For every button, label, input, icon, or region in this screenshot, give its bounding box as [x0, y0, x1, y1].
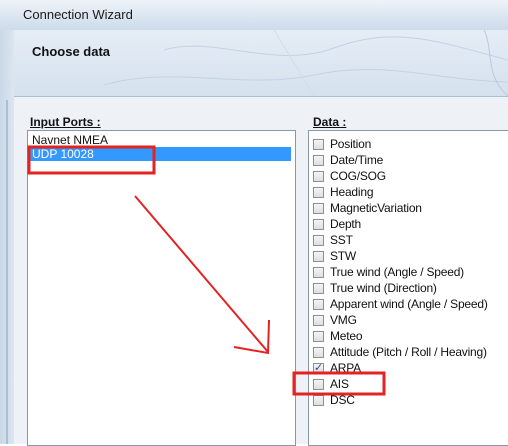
checkbox[interactable] [313, 218, 324, 230]
data-item-dsc[interactable]: DSC [313, 392, 355, 408]
frame-divider [6, 100, 8, 444]
port-item-udp-10028[interactable]: UDP 10028 [30, 147, 291, 161]
checkbox[interactable] [313, 266, 324, 278]
input-ports-label: Input Ports : [30, 115, 101, 129]
data-item-date-time[interactable]: Date/Time [313, 152, 383, 168]
checkbox[interactable] [313, 346, 324, 358]
wizard-header: Choose data [14, 30, 508, 97]
data-item-depth[interactable]: Depth [313, 216, 361, 232]
page-title: Choose data [32, 44, 111, 59]
checkbox[interactable] [313, 314, 324, 326]
data-item-apparent-wind[interactable]: Apparent wind (Angle / Speed) [313, 296, 488, 312]
data-label: Data : [313, 115, 347, 129]
checkbox[interactable] [313, 138, 324, 150]
wizard-content: Input Ports : Navnet NMEA UDP 10028 Data… [14, 97, 508, 446]
checkbox[interactable] [313, 330, 324, 342]
data-item-true-wind-direction[interactable]: True wind (Direction) [313, 280, 437, 296]
data-item-magnetic-variation[interactable]: MagneticVariation [313, 200, 422, 216]
data-item-sst[interactable]: SST [313, 232, 353, 248]
data-item-cog-sog[interactable]: COG/SOG [313, 168, 386, 184]
data-item-meteo[interactable]: Meteo [313, 328, 363, 344]
checkbox[interactable] [313, 154, 324, 166]
data-item-arpa[interactable]: ARPA [313, 360, 361, 376]
checkbox[interactable] [313, 378, 324, 390]
checkbox[interactable] [313, 250, 324, 262]
data-list[interactable]: Position Date/Time COG/SOG Heading Magne… [308, 130, 508, 446]
input-ports-list[interactable]: Navnet NMEA UDP 10028 [27, 130, 296, 446]
data-item-ais[interactable]: AIS [313, 376, 349, 392]
data-item-heading[interactable]: Heading [313, 184, 374, 200]
checkbox[interactable] [313, 234, 324, 246]
data-item-attitude[interactable]: Attitude (Pitch / Roll / Heaving) [313, 344, 487, 360]
checkbox[interactable] [313, 170, 324, 182]
data-item-true-wind-angle-speed[interactable]: True wind (Angle / Speed) [313, 264, 464, 280]
checkbox[interactable] [313, 282, 324, 294]
checkbox[interactable] [313, 394, 324, 406]
checkbox[interactable] [313, 186, 324, 198]
title-bar: Connection Wizard [0, 0, 508, 31]
data-item-stw[interactable]: STW [313, 248, 356, 264]
header-map-watermark [103, 30, 508, 96]
port-item-navnet-nmea[interactable]: Navnet NMEA [30, 133, 108, 147]
data-item-vmg[interactable]: VMG [313, 312, 357, 328]
checkbox[interactable] [313, 202, 324, 214]
window-title: Connection Wizard [23, 7, 133, 22]
checkbox[interactable] [313, 298, 324, 310]
checkbox[interactable] [313, 361, 324, 374]
data-item-position[interactable]: Position [313, 136, 371, 152]
